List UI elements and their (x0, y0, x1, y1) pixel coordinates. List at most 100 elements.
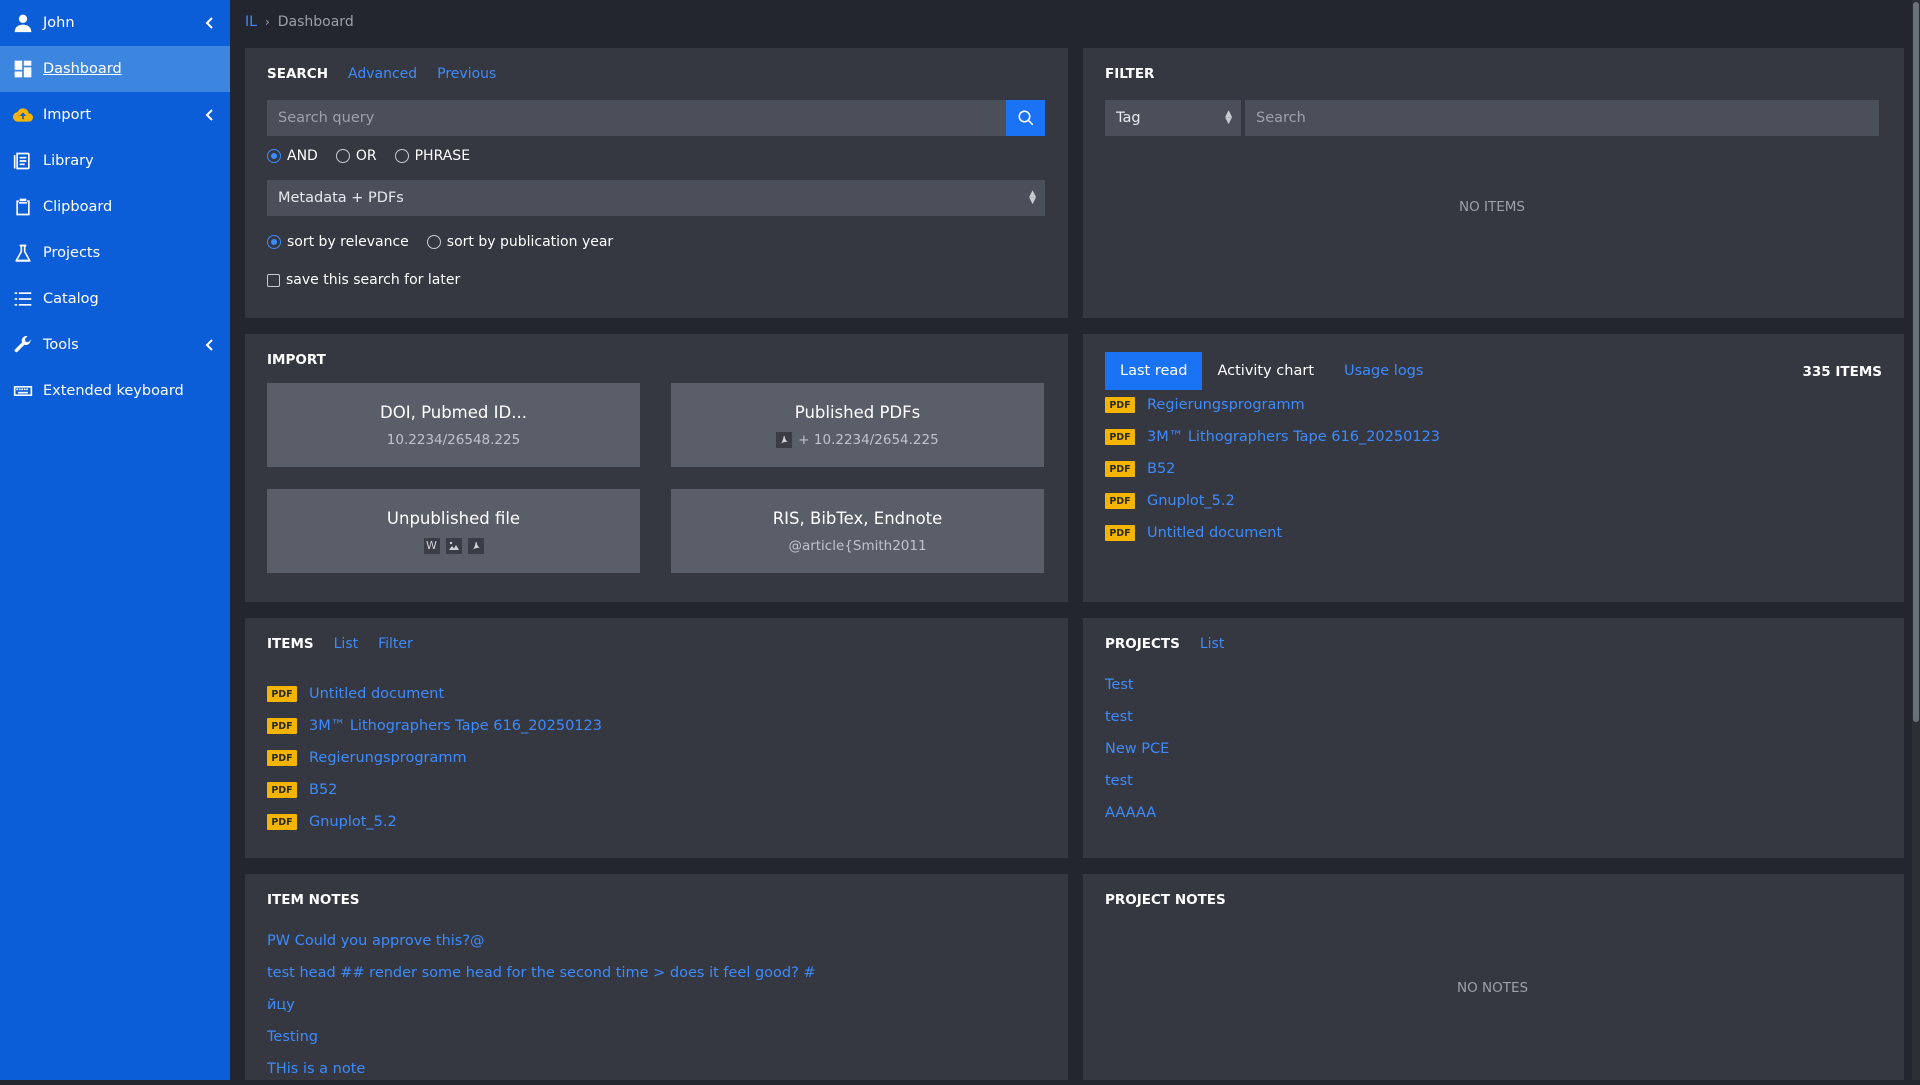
projects-list-link[interactable]: List (1200, 636, 1224, 652)
item-link[interactable]: Untitled document (1147, 525, 1282, 541)
filter-empty-message: NO ITEMS (1459, 199, 1525, 215)
filter-title: FILTER (1105, 66, 1155, 82)
item-link[interactable]: Regierungsprogramm (1147, 397, 1305, 413)
sidebar-item-projects[interactable]: Projects (0, 230, 230, 276)
user-menu[interactable]: John (0, 0, 230, 46)
sort-year-radio[interactable]: sort by publication year (426, 234, 614, 250)
items-filter-link[interactable]: Filter (378, 636, 413, 652)
list-item[interactable]: PDF Regierungsprogramm (1105, 389, 1440, 421)
list-item[interactable]: PDF Gnuplot_5.2 (267, 806, 602, 838)
import-published-pdfs-tile[interactable]: Published PDFs + 10.2234/2654.225 (671, 383, 1044, 467)
tile-subtitle: + 10.2234/2654.225 (798, 431, 939, 448)
recent-items-list: PDF Regierungsprogramm PDF 3M™ Lithographe… (1105, 389, 1440, 549)
list-item[interactable]: PDF Untitled document (267, 678, 602, 710)
sort-relevance-radio[interactable]: sort by relevance (267, 234, 409, 250)
project-link[interactable]: Test (1105, 677, 1134, 693)
list-item[interactable]: PDF 3M™ Lithographers Tape 616_20250123 (1105, 421, 1440, 453)
sidebar-item-library[interactable]: Library (0, 138, 230, 184)
sidebar-item-catalog[interactable]: Catalog (0, 276, 230, 322)
import-unpublished-file-tile[interactable]: Unpublished file W (267, 489, 640, 573)
note-link[interactable]: PW Could you approve this?@ (267, 933, 485, 949)
sidebar-item-extended-keyboard[interactable]: Extended keyboard (0, 368, 230, 414)
import-panel: IMPORT DOI, Pubmed ID... 10.2234/26548.2… (245, 334, 1068, 602)
tab-activity-chart[interactable]: Activity chart (1202, 352, 1329, 390)
flask-icon (13, 243, 33, 263)
keyboard-icon (13, 381, 33, 401)
projects-list: Test test New PCE test AAAAA (1105, 669, 1169, 829)
sidebar-item-import[interactable]: Import (0, 92, 230, 138)
sidebar-item-label: Import (43, 107, 92, 123)
checkbox-label: save this search for later (286, 272, 461, 288)
tab-last-read[interactable]: Last read (1105, 352, 1203, 390)
items-list-link[interactable]: List (334, 636, 358, 652)
sidebar-item-clipboard[interactable]: Clipboard (0, 184, 230, 230)
operator-or-radio[interactable]: OR (335, 148, 377, 164)
user-icon (13, 13, 33, 33)
note-link[interactable]: THis is a note (267, 1061, 365, 1077)
project-link[interactable]: AAAAA (1105, 805, 1156, 821)
filter-search-input[interactable] (1245, 100, 1879, 136)
project-link[interactable]: test (1105, 709, 1133, 725)
pdf-badge: PDF (267, 718, 297, 734)
sidebar-item-tools[interactable]: Tools (0, 322, 230, 368)
item-link[interactable]: Regierungsprogramm (309, 750, 467, 766)
tile-title: RIS, BibTex, Endnote (772, 508, 943, 528)
note-link[interactable]: Testing (267, 1029, 318, 1045)
radio-label: OR (355, 148, 377, 164)
sidebar-item-dashboard[interactable]: Dashboard (0, 46, 230, 92)
import-doi-tile[interactable]: DOI, Pubmed ID... 10.2234/26548.225 (267, 383, 640, 467)
list-item: THis is a note (267, 1053, 816, 1085)
radio-label: AND (287, 148, 318, 164)
operator-and-radio[interactable]: AND (267, 148, 318, 164)
project-link[interactable]: test (1105, 773, 1133, 789)
list-item: test head ## render some head for the se… (267, 957, 816, 989)
list-item[interactable]: PDF B52 (267, 774, 602, 806)
breadcrumb-root-link[interactable]: IL (245, 14, 257, 30)
search-panel-header: SEARCH Advanced Previous (267, 66, 496, 82)
advanced-search-link[interactable]: Advanced (348, 66, 417, 82)
pdf-badge: PDF (1105, 429, 1135, 445)
item-notes-list: PW Could you approve this?@ test head ##… (267, 925, 816, 1085)
tile-title: Published PDFs (794, 402, 921, 422)
list-icon (13, 289, 33, 309)
item-link[interactable]: Gnuplot_5.2 (1147, 493, 1235, 509)
save-search-checkbox[interactable]: save this search for later (267, 272, 460, 288)
search-button[interactable] (1006, 100, 1045, 136)
page-scrollbar-thumb[interactable] (1913, 2, 1919, 722)
item-link[interactable]: B52 (309, 782, 337, 798)
pdf-badge: PDF (267, 686, 297, 702)
pdf-badge: PDF (267, 750, 297, 766)
list-item[interactable]: PDF B52 (1105, 453, 1440, 485)
item-link[interactable]: B52 (1147, 461, 1175, 477)
radio-label: sort by publication year (446, 234, 614, 250)
list-item[interactable]: PDF 3M™ Lithographers Tape 616_20250123 (267, 710, 602, 742)
radio-label: sort by relevance (287, 234, 409, 250)
item-link[interactable]: 3M™ Lithographers Tape 616_20250123 (1147, 429, 1440, 445)
sort-option-group: sort by relevance sort by publication ye… (267, 234, 613, 250)
word-file-icon: W (423, 537, 440, 554)
item-link[interactable]: Gnuplot_5.2 (309, 814, 397, 830)
projects-panel: PROJECTS List Test test New PCE test AAA… (1083, 618, 1904, 858)
list-item: йцу (267, 989, 816, 1021)
radio-dot (394, 149, 409, 163)
list-item[interactable]: PDF Regierungsprogramm (267, 742, 602, 774)
list-item[interactable]: PDF Untitled document (1105, 517, 1440, 549)
recent-items-panel: Last read Activity chart Usage logs 335 … (1083, 334, 1904, 602)
item-link[interactable]: Untitled document (309, 686, 444, 702)
search-scope-select[interactable]: Metadata + PDFs ▲ ▼ (267, 180, 1045, 216)
note-link[interactable]: test head ## render some head for the se… (267, 965, 816, 981)
wrench-icon (13, 335, 33, 355)
note-link[interactable]: йцу (267, 997, 295, 1013)
item-link[interactable]: 3M™ Lithographers Tape 616_20250123 (309, 718, 602, 734)
previous-searches-link[interactable]: Previous (437, 66, 496, 82)
operator-phrase-radio[interactable]: PHRASE (394, 148, 470, 164)
items-title: ITEMS (267, 636, 314, 652)
project-notes-panel-header: PROJECT NOTES (1105, 892, 1226, 908)
filter-type-select[interactable]: Tag ▲ ▼ (1105, 100, 1241, 136)
import-ris-bibtex-tile[interactable]: RIS, BibTex, Endnote @article{Smith2011 (671, 489, 1044, 573)
items-panel: ITEMS List Filter PDF Untitled document P… (245, 618, 1068, 858)
search-input[interactable] (267, 100, 1006, 136)
project-link[interactable]: New PCE (1105, 741, 1169, 757)
list-item[interactable]: PDF Gnuplot_5.2 (1105, 485, 1440, 517)
tab-usage-logs[interactable]: Usage logs (1329, 352, 1438, 390)
